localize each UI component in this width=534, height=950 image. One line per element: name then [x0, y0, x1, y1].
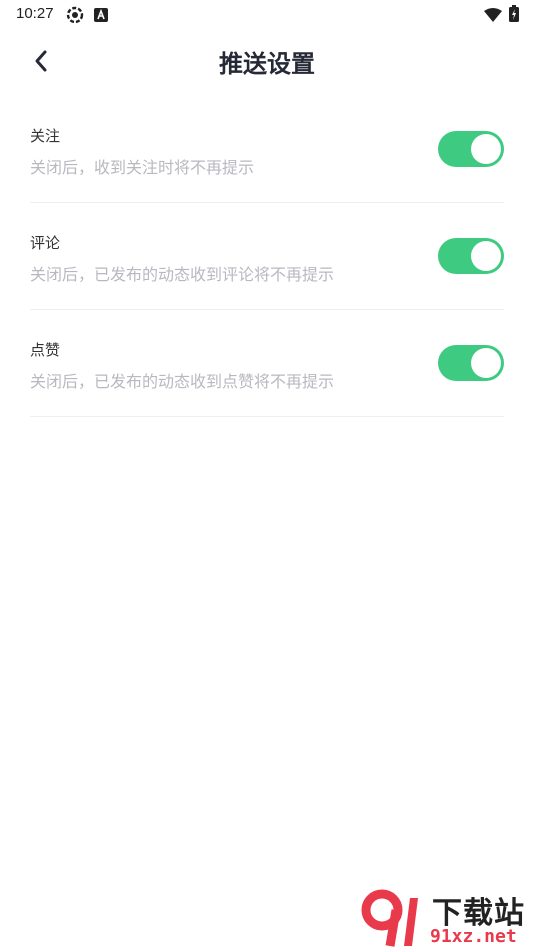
settings-list: 关注 关闭后，收到关注时将不再提示 评论 关闭后，已发布的动态收到评论将不再提示… — [30, 96, 504, 417]
wifi-icon — [484, 7, 502, 26]
setting-description: 关闭后，已发布的动态收到点赞将不再提示 — [30, 372, 335, 391]
page-title: 推送设置 — [219, 50, 315, 78]
setting-row-comment: 评论 关闭后，已发布的动态收到评论将不再提示 — [30, 203, 504, 310]
setting-description: 关闭后，收到关注时将不再提示 — [30, 158, 255, 177]
a-badge-icon — [94, 7, 108, 26]
setting-description: 关闭后，已发布的动态收到评论将不再提示 — [30, 265, 335, 284]
comment-toggle[interactable] — [438, 238, 504, 274]
watermark: 下载站 91xz.net — [360, 888, 530, 948]
like-toggle[interactable] — [438, 345, 504, 381]
settings-gear-icon — [66, 6, 84, 28]
battery-charging-icon — [509, 5, 519, 26]
watermark-site: 91xz.net — [430, 926, 517, 947]
setting-row-like: 点赞 关闭后，已发布的动态收到点赞将不再提示 — [30, 310, 504, 417]
setting-title: 评论 — [30, 234, 61, 252]
toggle-knob — [471, 134, 501, 164]
setting-row-follow: 关注 关闭后，收到关注时将不再提示 — [30, 96, 504, 203]
status-bar: 10:27 — [0, 0, 534, 28]
setting-title: 点赞 — [30, 341, 61, 359]
status-time: 10:27 — [16, 5, 54, 22]
watermark-logo-icon — [361, 889, 418, 947]
header: 推送设置 — [0, 34, 534, 86]
toggle-knob — [471, 348, 501, 378]
follow-toggle[interactable] — [438, 131, 504, 167]
toggle-knob — [471, 241, 501, 271]
setting-title: 关注 — [30, 127, 61, 145]
